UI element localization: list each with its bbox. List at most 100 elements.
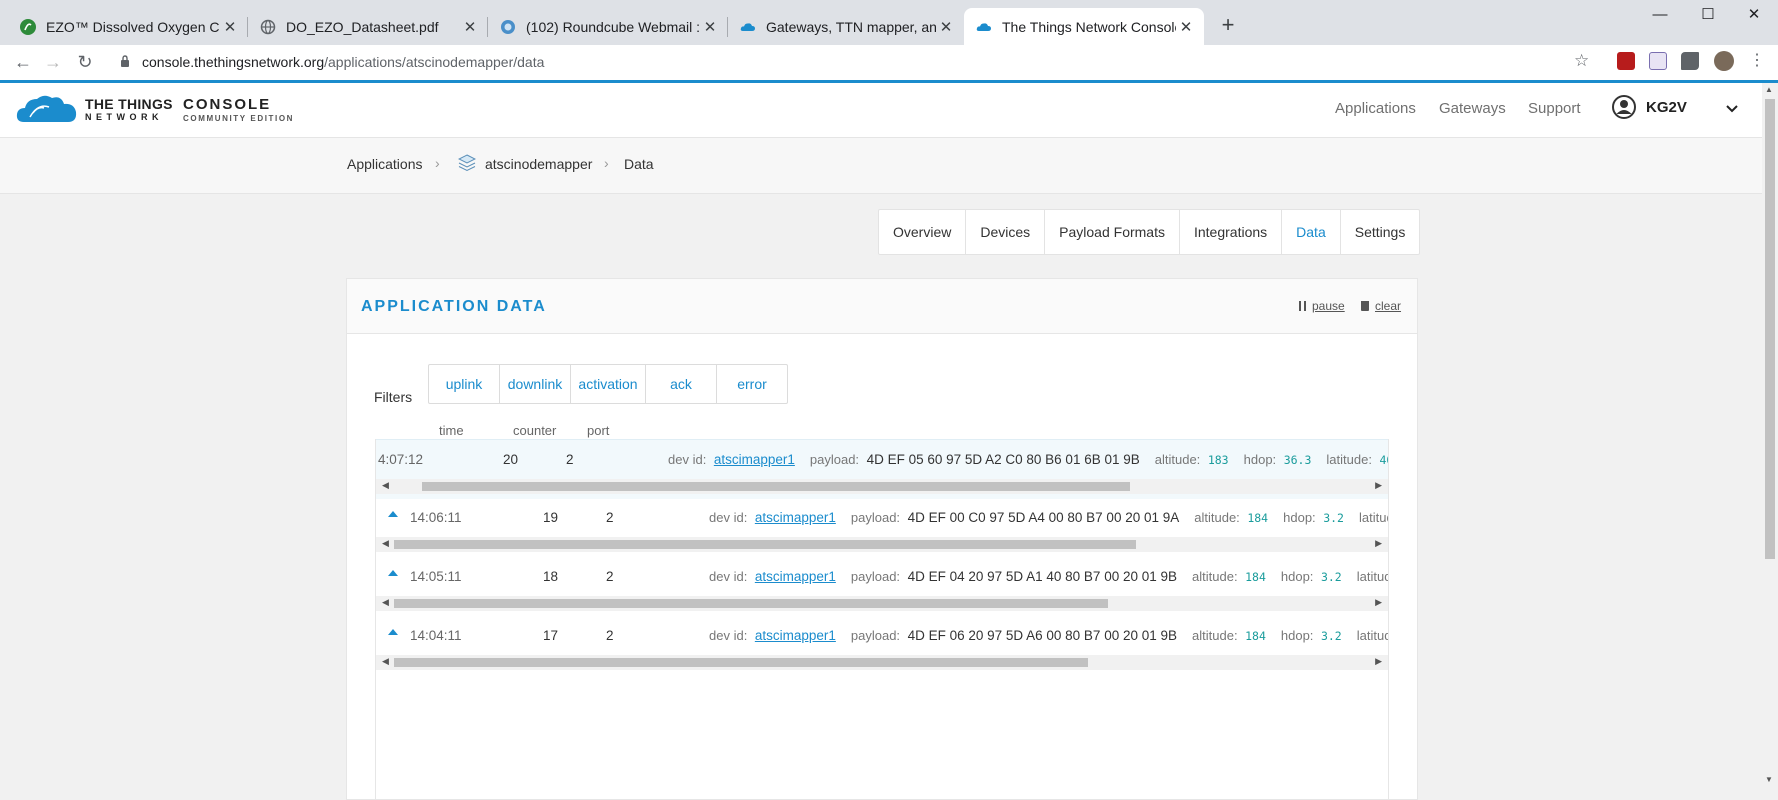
filter-group: uplink downlink activation ack error: [428, 364, 788, 404]
scroll-left-icon[interactable]: ◀: [382, 480, 389, 491]
nav-support[interactable]: Support: [1528, 100, 1581, 117]
uplink-arrow-icon: [388, 511, 398, 517]
payload-label: payload:: [850, 569, 901, 584]
site-header: THE THINGS NETWORK CONSOLE COMMUNITY EDI…: [0, 83, 1762, 138]
user-icon[interactable]: [1612, 95, 1636, 119]
latitude-value: 40.: [1379, 453, 1388, 467]
filter-activation[interactable]: activation: [571, 365, 646, 403]
browser-tab-ttn-console[interactable]: The Things Network Console ✕: [964, 8, 1204, 45]
new-tab-button[interactable]: +: [1214, 12, 1242, 40]
scroll-right-icon[interactable]: ▶: [1375, 480, 1382, 491]
nav-applications[interactable]: Applications: [1335, 100, 1416, 117]
browser-tab-title: EZO™ Dissolved Oxygen Circuit |: [46, 18, 220, 35]
column-header-counter: counter: [513, 423, 557, 438]
application-stack-icon: [458, 154, 476, 172]
scroll-up-icon[interactable]: ▲: [1765, 85, 1773, 94]
hdop-label: hdop:: [1280, 628, 1314, 643]
altitude-label: altitude:: [1194, 510, 1240, 525]
close-tab-icon[interactable]: ✕: [220, 18, 240, 36]
tab-overview[interactable]: Overview: [879, 210, 967, 254]
row-horizontal-scrollbar[interactable]: ◀ ▶: [376, 537, 1388, 552]
dev-id-link[interactable]: atscimapper1: [714, 452, 795, 467]
filter-error[interactable]: error: [717, 365, 787, 403]
table-row[interactable]: 14:06:11 19 2 dev id: atscimapper1 paylo…: [376, 498, 1388, 557]
close-tab-icon[interactable]: ✕: [700, 18, 720, 36]
altitude-label: altitude:: [1192, 628, 1238, 643]
profile-avatar[interactable]: [1714, 51, 1734, 71]
extensions-puzzle-icon[interactable]: [1681, 52, 1699, 70]
tab-data[interactable]: Data: [1282, 210, 1341, 254]
page-vertical-scrollbar[interactable]: ▲ ▼: [1762, 83, 1778, 786]
pause-button[interactable]: pause: [1299, 299, 1345, 313]
pdf-extension-icon[interactable]: [1617, 52, 1635, 70]
ttn-cloud-logo-icon[interactable]: [16, 93, 78, 123]
address-bar[interactable]: console.thethingsnetwork.org/application…: [106, 48, 1589, 77]
scrollbar-thumb[interactable]: [394, 599, 1108, 608]
globe-icon: [260, 19, 276, 34]
forward-arrow-icon[interactable]: →: [40, 49, 66, 75]
row-horizontal-scrollbar[interactable]: ◀ ▶: [376, 479, 1388, 494]
filter-downlink[interactable]: downlink: [500, 365, 571, 403]
scrollbar-thumb[interactable]: [394, 540, 1136, 549]
browser-tab-ezo[interactable]: EZO™ Dissolved Oxygen Circuit | ✕: [8, 8, 248, 45]
close-tab-icon[interactable]: ✕: [1176, 18, 1196, 36]
browser-tab-gateways[interactable]: Gateways, TTN mapper, and data ✕: [728, 8, 964, 45]
hdop-label: hdop:: [1283, 510, 1316, 525]
window-close-icon[interactable]: ✕: [1726, 0, 1778, 30]
tab-integrations[interactable]: Integrations: [1180, 210, 1283, 254]
close-tab-icon[interactable]: ✕: [936, 18, 956, 36]
ttn-cloud-favicon-icon: [976, 22, 991, 31]
dev-id-link[interactable]: atscimapper1: [755, 510, 836, 525]
table-row[interactable]: 14:05:11 18 2 dev id: atscimapper1 paylo…: [376, 557, 1388, 616]
scroll-left-icon[interactable]: ◀: [382, 656, 389, 667]
reload-icon[interactable]: ↻: [72, 49, 98, 75]
p-extension-icon[interactable]: [1649, 52, 1667, 70]
scroll-right-icon[interactable]: ▶: [1375, 656, 1382, 667]
atlas-favicon-icon: [20, 18, 36, 35]
message-fields: dev id: atscimapper1 payload: 4D EF 05 6…: [668, 452, 1388, 467]
scroll-down-icon[interactable]: ▼: [1765, 775, 1773, 784]
close-tab-icon[interactable]: ✕: [460, 18, 480, 36]
breadcrumb-app[interactable]: atscinodemapper: [485, 156, 592, 172]
message-fields: dev id: atscimapper1 payload: 4D EF 00 C…: [709, 510, 1388, 525]
chevron-down-icon[interactable]: [1726, 104, 1738, 114]
browser-tab-roundcube[interactable]: (102) Roundcube Webmail :: [The ✕: [488, 8, 728, 45]
scrollbar-thumb[interactable]: [394, 658, 1088, 667]
scroll-left-icon[interactable]: ◀: [382, 597, 389, 608]
scroll-left-icon[interactable]: ◀: [382, 538, 389, 549]
scrollbar-thumb[interactable]: [422, 482, 1130, 491]
nav-gateways[interactable]: Gateways: [1439, 100, 1506, 117]
user-name[interactable]: KG2V: [1646, 99, 1687, 116]
tab-payload-formats[interactable]: Payload Formats: [1045, 210, 1180, 254]
browser-tab-title: (102) Roundcube Webmail :: [The: [526, 18, 700, 35]
browser-tab-datasheet[interactable]: DO_EZO_Datasheet.pdf ✕: [248, 8, 488, 45]
clear-button[interactable]: clear: [1361, 299, 1401, 313]
tab-devices[interactable]: Devices: [966, 210, 1046, 254]
scroll-right-icon[interactable]: ▶: [1375, 597, 1382, 608]
uplink-arrow-icon: [388, 570, 398, 576]
url-path: /applications/atscinodemapper/data: [324, 54, 545, 70]
row-horizontal-scrollbar[interactable]: ◀ ▶: [376, 655, 1388, 670]
filter-ack[interactable]: ack: [646, 365, 717, 403]
browser-menu-icon[interactable]: ⋮: [1749, 50, 1765, 70]
message-counter: 19: [543, 510, 559, 525]
row-horizontal-scrollbar[interactable]: ◀ ▶: [376, 596, 1388, 611]
message-fields: dev id: atscimapper1 payload: 4D EF 04 2…: [709, 569, 1388, 584]
bookmark-star-icon[interactable]: ☆: [1574, 51, 1589, 71]
dev-id-link[interactable]: atscimapper1: [755, 569, 836, 584]
table-row[interactable]: 14:04:11 17 2 dev id: atscimapper1 paylo…: [376, 616, 1388, 675]
table-row[interactable]: 4:07:12 20 2 dev id: atscimapper1 payloa…: [376, 439, 1388, 499]
payload-hex: 4D EF 04 20 97 5D A1 40 80 B7 00 20 01 9…: [907, 569, 1178, 584]
message-time: 14:05:11: [410, 569, 462, 584]
altitude-value: 184: [1245, 629, 1266, 643]
dev-id-link[interactable]: atscimapper1: [755, 628, 836, 643]
tab-settings[interactable]: Settings: [1341, 210, 1420, 254]
breadcrumb-applications[interactable]: Applications: [347, 156, 423, 172]
breadcrumb-current: Data: [624, 156, 654, 172]
back-arrow-icon[interactable]: ←: [10, 49, 36, 75]
column-header-port: port: [587, 423, 610, 438]
console-title: CONSOLE: [183, 96, 272, 113]
filter-uplink[interactable]: uplink: [429, 365, 500, 403]
scrollbar-thumb[interactable]: [1765, 99, 1775, 559]
scroll-right-icon[interactable]: ▶: [1375, 538, 1382, 549]
